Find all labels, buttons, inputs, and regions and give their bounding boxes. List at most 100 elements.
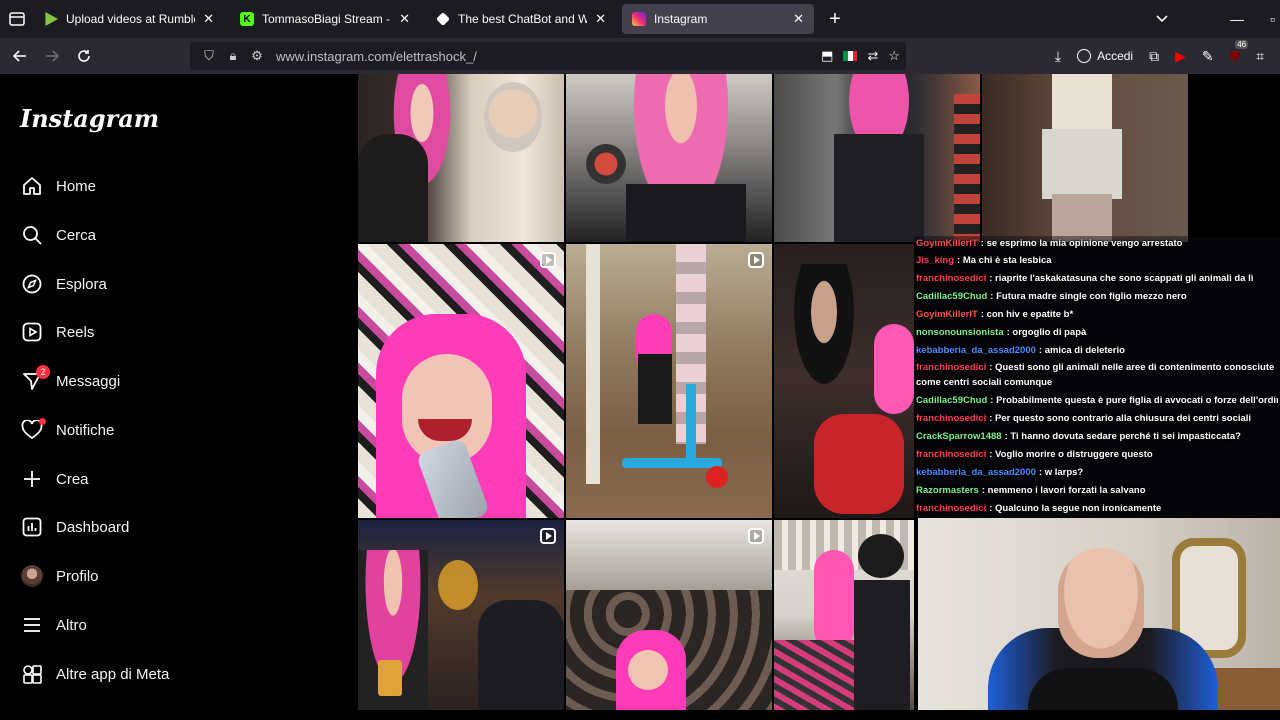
sidebar-item-home[interactable]: Home [20, 166, 96, 206]
permissions-icon[interactable]: ⚙︎ [246, 48, 268, 64]
tab-kick[interactable]: K TommasoBiagi Stream - Watch ✕ [230, 4, 420, 34]
crop-icon[interactable]: ⌗ [1256, 48, 1264, 65]
search-icon [20, 223, 44, 247]
lock-icon[interactable]: 🔒︎ [222, 48, 244, 64]
tab-title: Upload videos at Rumble [66, 12, 196, 26]
chat-text: : Per questo sono contrario alla chiusur… [989, 413, 1252, 424]
chat-message: franchinosedici: Questi sono gli animali… [916, 360, 1278, 390]
dashboard-icon [20, 515, 44, 539]
account-signin-button[interactable]: Accedi [1077, 49, 1133, 63]
sidebar-item-notifications[interactable]: Notifiche [20, 410, 114, 450]
sidebar-item-more[interactable]: Altro [20, 605, 87, 645]
new-tab-button[interactable]: + [820, 4, 850, 34]
sidebar-item-profile[interactable]: Profilo [20, 556, 99, 596]
forward-button[interactable] [36, 40, 68, 72]
tab-title: TommasoBiagi Stream - Watch [262, 12, 391, 26]
chat-message: GoyimKillerIT: con hiv e epatite b* [916, 307, 1278, 322]
post-thumbnail[interactable] [358, 520, 564, 710]
post-thumbnail[interactable] [774, 74, 980, 242]
downloads-icon[interactable]: ⤓ [1055, 48, 1061, 65]
save-page-icon[interactable]: ⬒ [821, 48, 833, 64]
sidebar-item-label: Crea [56, 470, 89, 488]
post-thumbnail[interactable] [982, 74, 1188, 242]
tab-rumble[interactable]: Upload videos at Rumble ✕ [34, 4, 224, 34]
tab-instagram[interactable]: Instagram ✕ [622, 4, 814, 34]
chat-message: nonsonounsionista: orgoglio di papà [916, 325, 1278, 340]
chat-username: franchinosedici [916, 273, 987, 284]
shield-icon[interactable]: ⛉ [198, 48, 220, 64]
chat-message: Razormasters: nemmeno i lavori forzati l… [916, 483, 1278, 498]
chat-username: Cadillac59Chud [916, 291, 988, 302]
avatar-icon [20, 564, 44, 588]
meta-apps-icon [20, 662, 44, 686]
sidebar-item-dashboard[interactable]: Dashboard [20, 507, 129, 547]
back-button[interactable] [4, 40, 36, 72]
chat-username: kebabberia_da_assad2000 [916, 467, 1036, 478]
post-thumbnail[interactable] [358, 244, 564, 518]
sidebar-item-meta-apps[interactable]: Altre app di Meta [20, 654, 169, 694]
chat-username: nonsonounsionista [916, 327, 1004, 338]
chat-text: : amica di deleterio [1038, 345, 1125, 356]
sidebar-item-label: Notifiche [56, 421, 115, 439]
post-thumbnail[interactable] [566, 244, 772, 518]
sidebar-item-messages[interactable]: 2 Messaggi [20, 361, 120, 401]
url-text[interactable]: www.instagram.com/elettrashock_/ [276, 49, 477, 64]
sidebar-item-create[interactable]: Crea [20, 459, 89, 499]
close-tab-icon[interactable]: ✕ [203, 11, 214, 27]
chat-username: GoyimKillerIT [916, 238, 978, 249]
bookmark-star-icon[interactable]: ☆ [888, 48, 900, 64]
compass-icon [20, 272, 44, 296]
sidebar-item-search[interactable]: Cerca [20, 215, 96, 255]
chat-text: : Voglio morire o distruggere questo [989, 449, 1153, 460]
browser-nav-bar: ⛉ 🔒︎ ⚙︎ www.instagram.com/elettrashock_/… [0, 38, 1280, 74]
extension-icon[interactable]: ✎ [1202, 48, 1214, 65]
sidebar-item-label: Esplora [56, 275, 107, 293]
youtube-extension-icon[interactable]: ▶ [1175, 48, 1186, 65]
translate-icon[interactable]: ⇄ [867, 48, 878, 64]
chat-text: : w larps? [1038, 467, 1084, 478]
chat-message: franchinosedici: Qualcuno la segue non i… [916, 501, 1278, 516]
tab-overflow-chevron-icon[interactable] [1156, 0, 1168, 38]
sidebar-item-label: Reels [56, 323, 95, 341]
reload-icon [78, 50, 90, 62]
bottom-edge [0, 710, 1280, 720]
post-thumbnail[interactable] [566, 74, 772, 242]
chat-message: CrackSparrow1488: Ti hanno dovuta sedare… [916, 429, 1278, 444]
sidebar-item-explore[interactable]: Esplora [20, 264, 107, 304]
address-bar[interactable]: ⛉ 🔒︎ ⚙︎ www.instagram.com/elettrashock_/… [190, 42, 906, 70]
post-thumbnail[interactable] [774, 244, 914, 518]
tab-list-icon[interactable] [0, 0, 34, 38]
chat-username: Jis_king [916, 255, 955, 266]
restore-icon[interactable]: ▫ [1270, 0, 1275, 38]
instagram-logo[interactable]: Instagram [20, 104, 159, 133]
sidebar-item-reels[interactable]: Reels [20, 312, 94, 352]
arrow-right-icon [46, 50, 59, 62]
chat-message: Cadillac59Chud: Futura madre single con … [916, 289, 1278, 304]
plus-icon: + [829, 7, 841, 30]
extensions-icon[interactable]: ⧉ [1149, 48, 1159, 65]
minimize-icon[interactable]: — [1230, 0, 1244, 38]
chat-message: franchinosedici: Voglio morire o distrug… [916, 447, 1278, 462]
chat-message: Jis_king: Ma chi è sta lesbica [916, 253, 1278, 268]
chat-text: : Qualcuno la segue non ironicamente [989, 503, 1162, 514]
reload-button[interactable] [68, 40, 100, 72]
italian-flag-icon[interactable] [843, 51, 858, 61]
ublock-extension-icon[interactable]: ⛊ 46 [1230, 39, 1249, 65]
chat-message: GoyimKillerIT: se esprimo la mia opinion… [916, 236, 1278, 251]
tab-chatbot[interactable]: The best ChatBot and Widgets ✕ [426, 4, 616, 34]
chat-text: : Probabilmente questa è pure figlia di … [990, 395, 1278, 406]
chat-message: Cadillac59Chud: Probabilmente questa è p… [916, 393, 1278, 408]
post-thumbnail[interactable] [774, 520, 914, 710]
close-tab-icon[interactable]: ✕ [595, 11, 606, 27]
extension-badge: 46 [1235, 39, 1249, 49]
account-icon [1077, 49, 1092, 63]
sidebar-item-label: Dashboard [56, 518, 130, 536]
close-tab-icon[interactable]: ✕ [793, 11, 804, 27]
post-thumbnail[interactable] [566, 520, 772, 710]
chat-username: franchinosedici [916, 413, 987, 424]
chat-message: franchinosedici: Per questo sono contrar… [916, 411, 1278, 426]
close-tab-icon[interactable]: ✕ [399, 11, 410, 27]
kick-favicon-icon: K [240, 12, 254, 26]
tab-title: Instagram [654, 12, 708, 26]
post-thumbnail[interactable] [358, 74, 564, 242]
